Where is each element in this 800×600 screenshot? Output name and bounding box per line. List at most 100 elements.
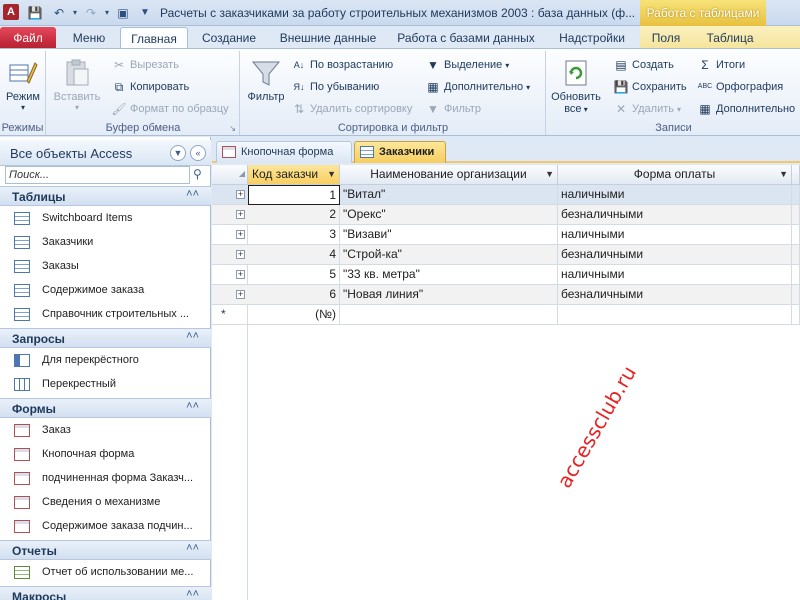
nav-item[interactable]: Кнопочная форма — [0, 444, 211, 466]
cell-payment-form[interactable]: наличными — [558, 225, 792, 245]
cell-customer-id[interactable]: 3 — [248, 225, 340, 245]
expand-subdatasheet-icon[interactable]: + — [236, 290, 245, 299]
nav-item[interactable]: подчиненная форма Заказч... — [0, 468, 211, 490]
nav-item[interactable]: Заказы — [0, 256, 211, 278]
tab-external-data[interactable]: Внешние данные — [272, 27, 384, 49]
sort-ascending-button[interactable]: A↓ По возрастанию — [291, 55, 393, 75]
tab-menu[interactable]: Меню — [64, 27, 114, 49]
table-row[interactable]: +5 "33 кв. метра" наличными — [212, 265, 800, 285]
record-selector[interactable]: + — [212, 185, 248, 205]
nav-search-input[interactable]: Поиск... — [5, 166, 190, 184]
nav-menu-dropdown-icon[interactable]: ▼ — [170, 145, 186, 161]
spelling-button[interactable]: ABC Орфография — [697, 77, 783, 97]
doc-tab-switchboard-form[interactable]: Кнопочная форма — [216, 141, 352, 163]
nav-item[interactable]: Содержимое заказа — [0, 280, 211, 302]
record-selector[interactable]: + — [212, 205, 248, 225]
cell-next[interactable] — [792, 205, 800, 225]
clipboard-launcher-icon[interactable]: ↘ — [229, 124, 236, 133]
cell-next[interactable] — [792, 265, 800, 285]
doc-tab-customers[interactable]: Заказчики — [354, 141, 446, 163]
advanced-filter-button[interactable]: ▦ Дополнительно ▾ — [425, 77, 530, 97]
table-row[interactable]: +6 "Новая линия" безналичными — [212, 285, 800, 305]
chevron-up-icon[interactable]: ˄˄ — [186, 588, 199, 600]
expand-subdatasheet-icon[interactable]: + — [236, 210, 245, 219]
filter-button[interactable]: Фильтр — [245, 57, 287, 103]
refresh-all-button[interactable]: Обновить все ▾ — [551, 57, 601, 115]
record-selector[interactable]: * — [212, 305, 248, 325]
nav-item[interactable]: Switchboard Items — [0, 208, 211, 230]
delete-record-button[interactable]: ✕ Удалить ▾ — [613, 99, 681, 119]
select-all-corner[interactable]: ◢ — [212, 165, 248, 185]
cell-org-name[interactable]: "Новая линия" — [340, 285, 558, 305]
tab-database-tools[interactable]: Работа с базами данных — [392, 27, 540, 49]
expand-subdatasheet-icon[interactable]: + — [236, 190, 245, 199]
toggle-filter-button[interactable]: ▼ Фильтр — [425, 99, 481, 119]
cell-org-name[interactable]: "Визави" — [340, 225, 558, 245]
nav-item[interactable]: Справочник строительных ... — [0, 304, 211, 326]
view-mode-button[interactable]: Режим ▾ — [4, 57, 42, 112]
cell-customer-id[interactable]: 6 — [248, 285, 340, 305]
tab-addins[interactable]: Надстройки — [548, 27, 636, 49]
nav-section-header[interactable]: Запросы ˄˄ — [0, 328, 211, 348]
remove-sort-button[interactable]: ⇅ Удалить сортировку — [291, 99, 412, 119]
table-row[interactable]: +3 "Визави" наличными — [212, 225, 800, 245]
cell-next[interactable] — [792, 225, 800, 245]
cell-payment-form[interactable]: наличными — [558, 265, 792, 285]
cell-payment-form[interactable]: безналичными — [558, 245, 792, 265]
nav-section-header[interactable]: Отчеты ˄˄ — [0, 540, 211, 560]
column-header-org-name[interactable]: Наименование организации ▼ — [340, 165, 558, 185]
cell-customer-id[interactable]: 5 — [248, 265, 340, 285]
nav-collapse-icon[interactable]: « — [190, 145, 206, 161]
cell-customer-id[interactable]: 4 — [248, 245, 340, 265]
cell-payment-form[interactable]: безналичными — [558, 205, 792, 225]
access-app-icon[interactable]: A — [3, 4, 19, 20]
cell-next[interactable] — [792, 285, 800, 305]
expand-subdatasheet-icon[interactable]: + — [236, 230, 245, 239]
expand-subdatasheet-icon[interactable]: + — [236, 250, 245, 259]
cell-customer-id[interactable]: 1 — [248, 185, 340, 205]
cell-next[interactable] — [792, 305, 800, 325]
paste-button[interactable]: Вставить ▾ — [53, 57, 101, 112]
tab-create[interactable]: Создание — [194, 27, 264, 49]
cell-customer-id[interactable]: (№) — [248, 305, 340, 325]
cell-next[interactable] — [792, 245, 800, 265]
tab-fields[interactable]: Поля — [646, 27, 686, 49]
tab-table[interactable]: Таблица — [700, 27, 760, 49]
more-records-button[interactable]: ▦ Дополнительно — [697, 99, 795, 119]
customize-qat-icon[interactable]: ▼ — [136, 4, 154, 22]
search-icon[interactable]: ⚲ — [193, 167, 202, 181]
new-record-button[interactable]: ▤ Создать — [613, 55, 673, 75]
cell-org-name[interactable]: "Строй-ка" — [340, 245, 558, 265]
record-selector[interactable]: + — [212, 285, 248, 305]
column-header-next[interactable] — [792, 165, 800, 185]
selection-filter-button[interactable]: ▼ Выделение ▾ — [425, 55, 509, 75]
cell-next[interactable] — [792, 185, 800, 205]
table-row[interactable]: +4 "Строй-ка" безналичными — [212, 245, 800, 265]
tab-file[interactable]: Файл — [0, 27, 56, 49]
record-selector[interactable]: + — [212, 225, 248, 245]
cell-payment-form[interactable] — [558, 305, 792, 325]
cell-org-name[interactable] — [340, 305, 558, 325]
nav-section-header[interactable]: Таблицы ˄˄ — [0, 186, 211, 206]
nav-header[interactable]: Все объекты Access ▼ « — [0, 140, 211, 166]
save-record-button[interactable]: 💾 Сохранить — [613, 77, 687, 97]
cell-org-name[interactable]: "Орекс" — [340, 205, 558, 225]
nav-section-header[interactable]: Формы ˄˄ — [0, 398, 211, 418]
cell-org-name[interactable]: "Витал" — [340, 185, 558, 205]
column-dropdown-icon[interactable]: ▼ — [327, 165, 336, 184]
cell-org-name[interactable]: "33 кв. метра" — [340, 265, 558, 285]
chevron-up-icon[interactable]: ˄˄ — [186, 542, 199, 554]
tab-home[interactable]: Главная — [120, 27, 188, 49]
copy-button[interactable]: ⧉ Копировать — [111, 77, 190, 97]
nav-item[interactable]: Сведения о механизме — [0, 492, 211, 514]
cell-payment-form[interactable]: безналичными — [558, 285, 792, 305]
chevron-up-icon[interactable]: ˄˄ — [186, 400, 199, 412]
table-row[interactable]: +1 "Витал" наличными — [212, 185, 800, 205]
new-record-row[interactable]: * (№) — [212, 305, 800, 325]
nav-item[interactable]: Перекрестный — [0, 374, 211, 396]
column-header-payment-form[interactable]: Форма оплаты ▼ — [558, 165, 792, 185]
chevron-up-icon[interactable]: ˄˄ — [186, 330, 199, 342]
nav-item[interactable]: Содержимое заказа подчин... — [0, 516, 211, 538]
cell-customer-id[interactable]: 2 — [248, 205, 340, 225]
cell-payment-form[interactable]: наличными — [558, 185, 792, 205]
